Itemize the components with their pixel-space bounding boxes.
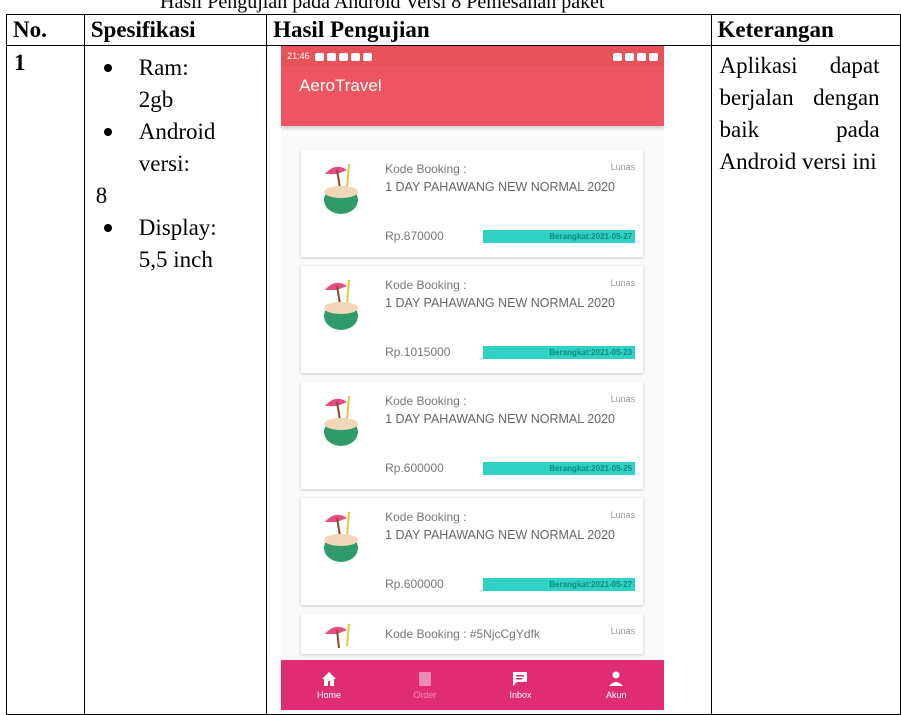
bottom-navigation: Home Order Inbox Akun	[281, 660, 665, 710]
booking-list[interactable]: Kode Booking : Lunas 1 DAY PAHAWANG NEW …	[301, 150, 644, 663]
spec-android-version: 8	[95, 183, 108, 208]
note-cell: Aplikasi dapat berjalan dengan baik pada…	[710, 45, 901, 715]
bullet-icon	[103, 224, 112, 232]
nav-inbox[interactable]: Inbox	[490, 670, 550, 700]
booking-price: Rp.870000	[385, 229, 444, 243]
payment-status: Lunas	[610, 162, 636, 172]
nav-order[interactable]: Order	[395, 670, 455, 700]
coconut-drink-icon	[325, 623, 351, 649]
message-icon	[513, 672, 528, 686]
booking-card[interactable]: Kode Booking : Lunas 1 DAY PAHAWANG NEW …	[301, 150, 644, 257]
system-icons	[610, 51, 659, 61]
row-number: 1	[6, 45, 85, 715]
app-title: AeroTravel	[299, 76, 382, 95]
package-name: 1 DAY PAHAWANG NEW NORMAL 2020	[385, 528, 616, 542]
booking-card[interactable]: Kode Booking : Lunas 1 DAY PAHAWANG NEW …	[301, 266, 644, 373]
departure-badge: Berangkat:2021-05-27	[483, 230, 636, 243]
coconut-drink-icon	[324, 163, 359, 214]
booking-code-label: Kode Booking :	[385, 394, 467, 408]
home-icon	[321, 672, 336, 686]
booking-code-label: Kode Booking :	[385, 162, 467, 176]
result-cell: 21:46 AeroTravel Kode Booking: Lunas 1 …	[266, 45, 712, 715]
booking-card[interactable]: Kode Booking : Lunas 1 DAY PAHAWANG NEW …	[301, 382, 644, 489]
nav-home[interactable]: Home	[299, 670, 359, 700]
payment-status: Lunas	[610, 394, 636, 404]
booking-code-label: Kode Booking :	[385, 510, 467, 524]
booking-card[interactable]: Kode Booking : Lunas 1 DAY PAHAWANG NEW …	[301, 498, 644, 605]
bullet-icon	[103, 64, 112, 72]
header-spec: Spesifikasi	[83, 14, 268, 46]
spec-cell: Ram: 2gb Android versi: 8 Display: 5,5 i…	[83, 45, 268, 715]
package-name: 1 DAY PAHAWANG NEW NORMAL 2020	[385, 296, 616, 310]
booking-price: Rp.600000	[385, 461, 444, 475]
booking-code-label: Kode Booking : #5NjcCgYdfk	[385, 627, 540, 641]
nav-account[interactable]: Akun	[586, 670, 646, 700]
app-bar: AeroTravel	[281, 66, 665, 126]
bullet-icon	[103, 128, 112, 136]
payment-status: Lunas	[610, 510, 636, 520]
header-result: Hasil Pengujian	[266, 14, 712, 46]
departure-badge: Berangkat:2021-05-25	[483, 462, 636, 475]
spec-list-display: Display: 5,5 inch	[85, 212, 266, 276]
payment-status: Lunas	[610, 278, 636, 288]
status-bar: 21:46	[281, 46, 665, 66]
coconut-drink-icon	[324, 395, 359, 446]
phone-screenshot: 21:46 AeroTravel Kode Booking: Lunas 1 …	[281, 46, 665, 710]
departure-badge: Berangkat:2021-05-27	[483, 578, 636, 591]
header-no: No.	[6, 14, 85, 46]
spec-ram: Ram: 2gb	[85, 52, 266, 116]
booking-code-label: Kode Booking :	[385, 278, 467, 292]
order-icon	[418, 672, 431, 686]
spec-list: Ram: 2gb Android versi:	[85, 46, 266, 180]
package-name: 1 DAY PAHAWANG NEW NORMAL 2020	[385, 180, 616, 194]
notification-icons	[312, 51, 373, 61]
test-result-table: No. Spesifikasi Hasil Pengujian Keterang…	[6, 14, 901, 715]
booking-price: Rp.1015000	[385, 345, 451, 359]
departure-badge: Berangkat:2021-05-23	[483, 346, 636, 359]
coconut-drink-icon	[324, 511, 359, 562]
spec-android: Android versi:	[85, 116, 266, 180]
note-text: Aplikasi dapat berjalan dengan baik pada…	[719, 53, 880, 174]
package-name: 1 DAY PAHAWANG NEW NORMAL 2020	[385, 412, 616, 426]
header-note: Keterangan	[710, 14, 901, 46]
coconut-drink-icon	[324, 279, 359, 330]
table-caption: Hasil Pengujian pada Android Versi 8 Pem…	[160, 0, 605, 13]
booking-price: Rp.600000	[385, 577, 444, 591]
person-icon	[609, 671, 624, 686]
table-row: 1 Ram: 2gb Android versi: 8 Display: 5,5…	[6, 45, 901, 715]
status-time: 21:46	[287, 51, 373, 61]
booking-card[interactable]: Kode Booking : #5NjcCgYdfk Lunas	[301, 614, 644, 654]
table-header-row: No. Spesifikasi Hasil Pengujian Keterang…	[6, 14, 901, 46]
payment-status: Lunas	[610, 626, 636, 636]
spec-display: Display: 5,5 inch	[85, 212, 266, 276]
